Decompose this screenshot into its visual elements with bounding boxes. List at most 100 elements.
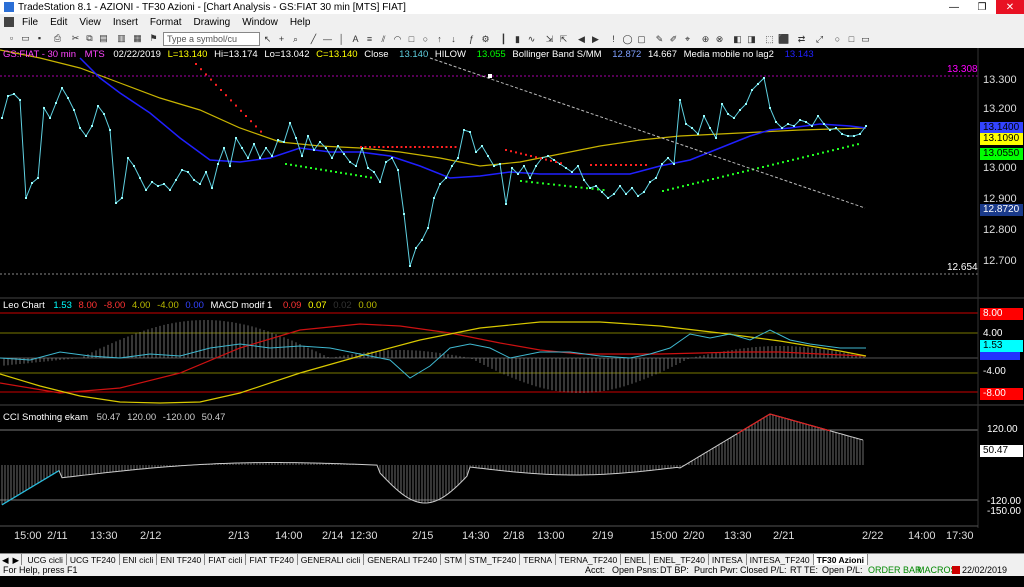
text-icon[interactable]: A [350, 34, 361, 45]
menu-insert[interactable]: Insert [107, 17, 144, 28]
x-axis-label: 2/12 [140, 530, 162, 542]
drawing-toolbar: ↖ + ⌕ ╱ ― │ A ≡ ⫽ ◠ □ ○ ↑ ↓ ƒ ⚙ ┃ ▮ ∿ ⇲ … [262, 31, 882, 47]
x-axis-label: 13:30 [724, 530, 752, 542]
menu-bar: File Edit View Insert Format Drawing Win… [0, 14, 1024, 30]
chart-area[interactable]: GS:FIAT - 30 min MTS 02/22/2019 L=13.140… [0, 48, 1024, 548]
indicator-icon[interactable]: ƒ [466, 34, 477, 45]
tool-d-icon[interactable]: ⊕ [700, 34, 711, 45]
scroll-right-icon[interactable]: ▶ [590, 34, 601, 45]
status-open-psns: Open Psns: [612, 565, 660, 575]
fib-icon[interactable]: ≡ [364, 34, 375, 45]
chart-doc-icon [4, 17, 14, 27]
print-icon[interactable]: ⎙ [52, 33, 63, 44]
crosshair-icon[interactable]: + [276, 34, 287, 45]
alert-icon[interactable]: ! [608, 34, 619, 45]
line-chart-icon[interactable]: ∿ [526, 34, 537, 45]
save-icon[interactable]: ▪ [34, 33, 45, 44]
menu-file[interactable]: File [16, 17, 44, 28]
leo-value: -4.00 [157, 300, 179, 311]
open-icon[interactable]: ▭ [20, 33, 31, 44]
tool-n-icon[interactable]: ▭ [860, 34, 871, 45]
leo-value: 1.53 [53, 300, 72, 311]
minimize-button[interactable]: — [940, 0, 968, 14]
strategy-icon[interactable]: ⚙ [480, 34, 491, 45]
rect-icon[interactable]: □ [406, 34, 417, 45]
square-icon[interactable]: ▢ [636, 34, 647, 45]
status-datetime: 22/02/2019 09:51 [962, 565, 1008, 586]
hilow-value: 13.055 [476, 49, 506, 60]
tool-k-icon[interactable]: ⤢ [814, 34, 825, 45]
x-axis-label: 2/14 [322, 530, 344, 542]
x-axis-label: 2/13 [228, 530, 250, 542]
x-axis-label: 15:00 [14, 530, 42, 542]
tool-i-icon[interactable]: ⬛ [778, 34, 789, 45]
flag-icon[interactable]: ⚑ [148, 33, 159, 44]
x-axis-label: 2/15 [412, 530, 434, 542]
tool-h-icon[interactable]: ⬚ [764, 34, 775, 45]
oval-icon[interactable]: ◯ [622, 34, 633, 45]
status-rt-te: RT TE: [790, 565, 819, 575]
tool-m-icon[interactable]: □ [846, 34, 857, 45]
menu-format[interactable]: Format [144, 17, 188, 28]
close-button[interactable]: ✕ [996, 0, 1024, 14]
trendline-handle[interactable] [488, 74, 492, 78]
candle-icon[interactable]: ▮ [512, 34, 523, 45]
new-icon[interactable]: ▫ [6, 33, 17, 44]
tool-a-icon[interactable]: ✎ [654, 34, 665, 45]
macd-value: 0.09 [282, 300, 302, 311]
chart-icon[interactable]: ▥ [116, 33, 127, 44]
tool-l-icon[interactable]: ○ [832, 34, 843, 45]
arrow-down-icon[interactable]: ↓ [448, 34, 459, 45]
paste-icon[interactable]: ▤ [98, 33, 109, 44]
menu-edit[interactable]: Edit [44, 17, 73, 28]
tool-e-icon[interactable]: ⊗ [714, 34, 725, 45]
maximize-button[interactable]: ❐ [968, 0, 996, 14]
cci-header: CCI Smothing ekam 50.47 120.00 -120.00 5… [3, 412, 225, 423]
cci-histogram [1, 414, 864, 505]
menu-view[interactable]: View [73, 17, 107, 28]
status-order-bar[interactable]: ORDER BAR [868, 565, 922, 576]
menu-help[interactable]: Help [284, 17, 317, 28]
symbol-input[interactable]: Type a symbol/cu [163, 32, 260, 46]
vline-icon[interactable]: │ [336, 34, 347, 45]
menu-drawing[interactable]: Drawing [188, 17, 237, 28]
ellipse-icon[interactable]: ○ [420, 34, 431, 45]
x-axis-label: 2/20 [683, 530, 705, 542]
menu-window[interactable]: Window [236, 17, 284, 28]
expand-icon[interactable]: ⇲ [544, 34, 555, 45]
price-tag-bb: 12.8720 [980, 204, 1023, 216]
chart-canvas[interactable] [0, 48, 1024, 548]
tool-j-icon[interactable]: ⇄ [796, 34, 807, 45]
status-bar: For Help, press F1 Acct: Open Psns: DT B… [0, 565, 1024, 586]
tool-c-icon[interactable]: ⌖ [682, 34, 693, 45]
x-axis-label: 13:00 [537, 530, 565, 542]
date-label: 02/22/2019 [113, 49, 161, 60]
channel-icon[interactable]: ⫽ [378, 34, 389, 45]
cci-value: 50.47 [201, 412, 226, 423]
tool-f-icon[interactable]: ◧ [732, 34, 743, 45]
macd-value: 0.02 [333, 300, 352, 311]
tool-b-icon[interactable]: ✐ [668, 34, 679, 45]
close-value-label: C=13.140 [316, 49, 358, 60]
price-axis-label: 13.000 [983, 162, 1017, 174]
hline-icon[interactable]: ― [322, 34, 333, 45]
compress-icon[interactable]: ⇱ [558, 34, 569, 45]
status-closed-pl: Closed P/L: [740, 565, 787, 575]
connection-icon [952, 566, 960, 574]
bb-value-1: 12.872 [612, 49, 642, 60]
cursor-icon[interactable]: ↖ [262, 34, 273, 45]
tool-g-icon[interactable]: ◨ [746, 34, 757, 45]
grid-icon[interactable]: ▦ [132, 33, 143, 44]
status-macros[interactable]: MACROS [917, 565, 957, 576]
sar-green-dots [285, 143, 859, 192]
zoom-icon[interactable]: ⌕ [290, 34, 301, 45]
hilow-label: HILOW [434, 49, 467, 60]
bar-icon[interactable]: ┃ [498, 34, 509, 45]
arc-icon[interactable]: ◠ [392, 34, 403, 45]
status-open-pl: Open P/L: [822, 565, 863, 575]
cut-icon[interactable]: ✂ [70, 33, 81, 44]
scroll-left-icon[interactable]: ◀ [576, 34, 587, 45]
copy-icon[interactable]: ⧉ [84, 33, 95, 44]
line-icon[interactable]: ╱ [308, 34, 319, 45]
arrow-up-icon[interactable]: ↑ [434, 34, 445, 45]
